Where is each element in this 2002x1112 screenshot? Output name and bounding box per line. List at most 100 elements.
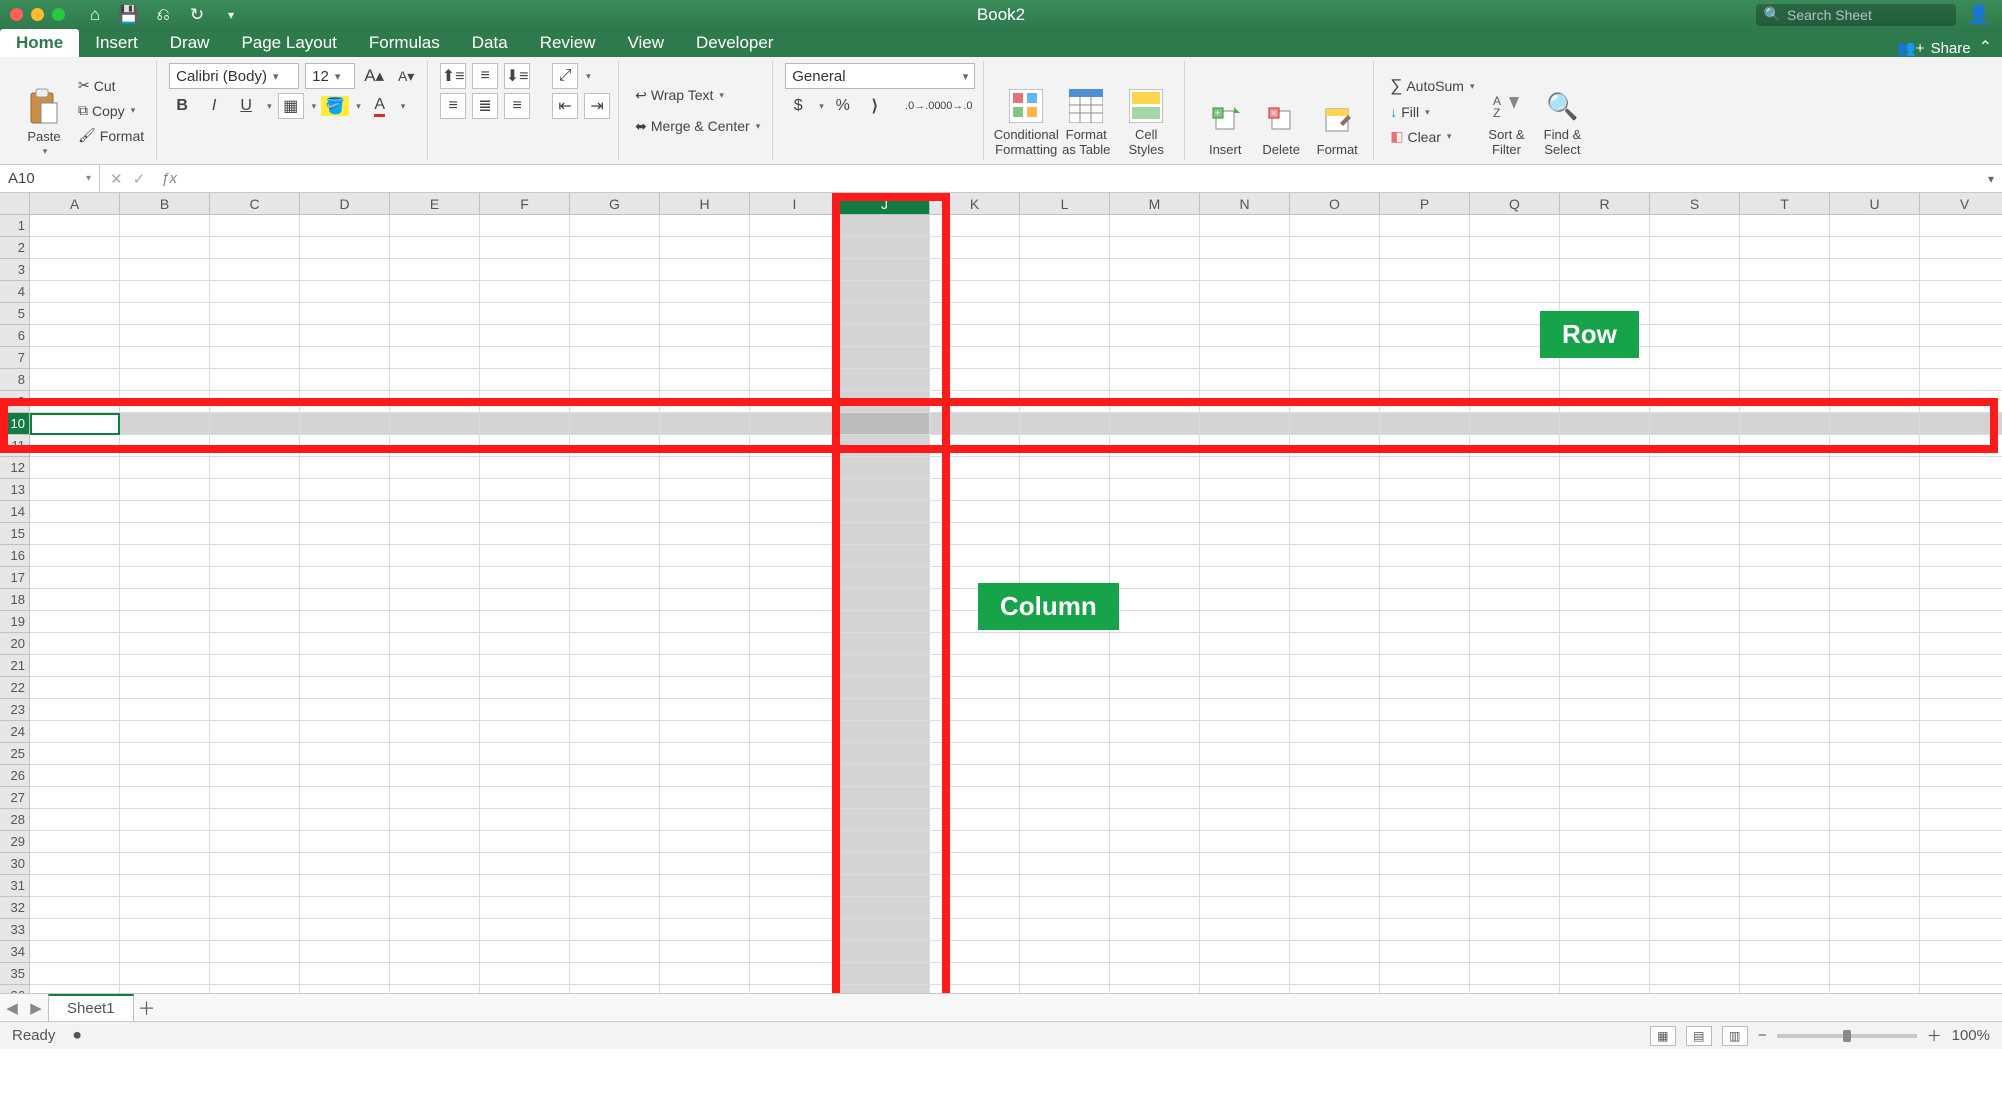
- cell[interactable]: [930, 633, 1020, 655]
- cell[interactable]: [1740, 809, 1830, 831]
- cell[interactable]: [930, 765, 1020, 787]
- cell[interactable]: [840, 831, 930, 853]
- cell[interactable]: [300, 831, 390, 853]
- cell[interactable]: [570, 787, 660, 809]
- cell[interactable]: [1740, 435, 1830, 457]
- row-header[interactable]: 35: [0, 963, 30, 985]
- cell[interactable]: [840, 457, 930, 479]
- cell[interactable]: [1740, 457, 1830, 479]
- align-top-icon[interactable]: ⬆≡: [440, 63, 466, 89]
- cell[interactable]: [1920, 743, 2002, 765]
- cell[interactable]: [480, 259, 570, 281]
- cell[interactable]: [300, 435, 390, 457]
- cell[interactable]: [210, 479, 300, 501]
- cell[interactable]: [1380, 303, 1470, 325]
- cell[interactable]: [750, 985, 840, 993]
- cell[interactable]: [1650, 919, 1740, 941]
- cell[interactable]: [1650, 721, 1740, 743]
- cell[interactable]: [1200, 545, 1290, 567]
- cell[interactable]: [1200, 281, 1290, 303]
- cell[interactable]: [480, 303, 570, 325]
- name-box-dropdown-icon[interactable]: ▾: [86, 173, 91, 184]
- cell[interactable]: [1110, 985, 1200, 993]
- cell[interactable]: [1470, 699, 1560, 721]
- cell[interactable]: [210, 369, 300, 391]
- row-header[interactable]: 27: [0, 787, 30, 809]
- cell[interactable]: [1920, 655, 2002, 677]
- cell[interactable]: [570, 963, 660, 985]
- zoom-slider[interactable]: [1777, 1034, 1917, 1038]
- cell[interactable]: [1830, 765, 1920, 787]
- cell[interactable]: [1290, 633, 1380, 655]
- cell[interactable]: [1380, 545, 1470, 567]
- cell[interactable]: [210, 457, 300, 479]
- cell[interactable]: [1560, 985, 1650, 993]
- cell[interactable]: [1020, 413, 1110, 435]
- cell[interactable]: [1020, 633, 1110, 655]
- cell[interactable]: [930, 721, 1020, 743]
- row-header[interactable]: 23: [0, 699, 30, 721]
- cell[interactable]: [1290, 545, 1380, 567]
- cell[interactable]: [1650, 347, 1740, 369]
- cell[interactable]: [210, 589, 300, 611]
- cell[interactable]: [750, 303, 840, 325]
- cell[interactable]: [1110, 897, 1200, 919]
- page-break-view-icon[interactable]: ▥: [1722, 1026, 1748, 1046]
- cell[interactable]: [1470, 787, 1560, 809]
- cell[interactable]: [1650, 545, 1740, 567]
- cell[interactable]: [1110, 787, 1200, 809]
- cell[interactable]: [1110, 765, 1200, 787]
- cell[interactable]: [1740, 699, 1830, 721]
- cell[interactable]: [840, 545, 930, 567]
- cell[interactable]: [1920, 677, 2002, 699]
- conditional-formatting-button[interactable]: Conditional Formatting: [996, 61, 1056, 157]
- cell[interactable]: [390, 479, 480, 501]
- cell[interactable]: [1200, 259, 1290, 281]
- cell[interactable]: [570, 435, 660, 457]
- cell[interactable]: [30, 413, 120, 435]
- cell[interactable]: [840, 347, 930, 369]
- cell[interactable]: [1470, 259, 1560, 281]
- cell[interactable]: [1110, 259, 1200, 281]
- cell[interactable]: [840, 919, 930, 941]
- cell[interactable]: [930, 325, 1020, 347]
- cell[interactable]: [1290, 457, 1380, 479]
- cell[interactable]: [570, 347, 660, 369]
- cell[interactable]: [1920, 611, 2002, 633]
- cell[interactable]: [1380, 523, 1470, 545]
- cell[interactable]: [1830, 809, 1920, 831]
- cell[interactable]: [1200, 589, 1290, 611]
- row-header[interactable]: 24: [0, 721, 30, 743]
- cell[interactable]: [480, 765, 570, 787]
- cell[interactable]: [300, 963, 390, 985]
- close-window-icon[interactable]: [10, 8, 23, 21]
- cell[interactable]: [750, 369, 840, 391]
- cell[interactable]: [1650, 215, 1740, 237]
- cell[interactable]: [1470, 655, 1560, 677]
- cell[interactable]: [1830, 501, 1920, 523]
- cell[interactable]: [300, 545, 390, 567]
- cell[interactable]: [930, 655, 1020, 677]
- cell[interactable]: [390, 941, 480, 963]
- cell[interactable]: [660, 589, 750, 611]
- cell[interactable]: [1290, 479, 1380, 501]
- cell[interactable]: [120, 941, 210, 963]
- cell[interactable]: [1020, 237, 1110, 259]
- cell[interactable]: [1110, 743, 1200, 765]
- cell[interactable]: [1290, 523, 1380, 545]
- cell[interactable]: [1830, 545, 1920, 567]
- row-header[interactable]: 32: [0, 897, 30, 919]
- cell[interactable]: [210, 237, 300, 259]
- cell[interactable]: [930, 435, 1020, 457]
- cell[interactable]: [30, 699, 120, 721]
- cell[interactable]: [1470, 721, 1560, 743]
- cell[interactable]: [1740, 413, 1830, 435]
- cell[interactable]: [210, 633, 300, 655]
- cell[interactable]: [1560, 325, 1650, 347]
- cell[interactable]: [210, 655, 300, 677]
- autosum-button[interactable]: ∑AutoSum▾: [1386, 74, 1478, 98]
- cell[interactable]: [1560, 303, 1650, 325]
- column-header[interactable]: F: [480, 193, 570, 215]
- column-header[interactable]: M: [1110, 193, 1200, 215]
- cell[interactable]: [1020, 655, 1110, 677]
